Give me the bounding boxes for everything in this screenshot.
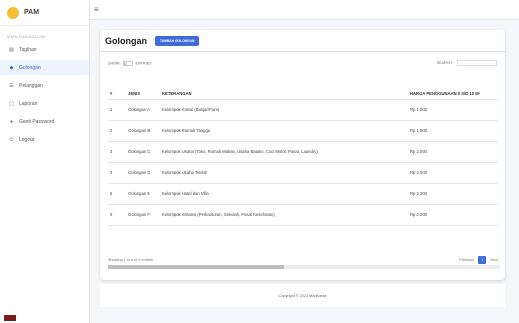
sidebar-item-pelanggan[interactable]: ☰ Pelanggan (0, 78, 89, 93)
show-label: SHOW (108, 60, 120, 65)
row-number: 2 (108, 120, 126, 142)
row-jenis: Golongan C (126, 141, 160, 163)
nav-section-title: MAIN NAVIGATION (7, 35, 45, 39)
table-row[interactable]: 5 Golongan E Kelompok Hotel dan Villa Rp… (108, 183, 498, 205)
brand-name: PAM (24, 9, 40, 16)
row-number: 1 (108, 99, 126, 121)
horizontal-scrollbar[interactable] (108, 265, 500, 269)
key-icon: ● (9, 118, 14, 125)
copyright-text: Copyright © 2021 ManKarsa (278, 293, 327, 298)
golongan-table: # JENIS KETERANGAN HARGA PENGGUNAAN 0 S/… (108, 89, 498, 226)
sidebar-item-laporan[interactable]: ▢ Laporan (0, 96, 89, 111)
row-keterangan: Kelompok Usaha (Toko, Rumah Makan, Usaha… (160, 141, 408, 163)
row-jenis: Golongan B (126, 120, 160, 142)
sidebar-item-tagihan[interactable]: ▤ Tagihan (0, 42, 89, 57)
table-row[interactable]: 4 Golongan D Kelompok Usaha Tekstil Rp 2… (108, 162, 498, 184)
col-number[interactable]: # (108, 89, 126, 100)
entries-control: SHOW 10 ENTRIES (108, 60, 152, 66)
row-keterangan: Kelompok Sosial (Banjar/Pura) (160, 99, 408, 121)
table-row[interactable]: 1 Golongan A Kelompok Sosial (Banjar/Pur… (108, 99, 498, 121)
next-button[interactable]: Next (488, 257, 500, 263)
row-keterangan: Kelompok Hotel dan Villa (160, 183, 408, 205)
topbar: ≡ (90, 0, 519, 20)
logout-icon: ⏻ (9, 136, 14, 143)
sidebar: PAM MAIN NAVIGATION ▤ Tagihan ◆ Golongan… (0, 0, 90, 323)
entries-label: ENTRIES (135, 60, 152, 65)
table-header-row: # JENIS KETERANGAN HARGA PENGGUNAAN 0 S/… (108, 89, 498, 100)
row-harga: Rp 2.000 (408, 162, 498, 184)
search-input[interactable] (457, 60, 497, 66)
panel-header: Golongan TAMBAH GOLONGAN (100, 30, 505, 52)
row-keterangan: Kelompok Rumah Tangga (160, 120, 408, 142)
row-harga: Rp 2.200 (408, 183, 498, 205)
page-footer: Copyright © 2021 ManKarsa (100, 284, 505, 307)
row-jenis: Golongan F (126, 204, 160, 226)
row-harga: Rp 1.500 (408, 120, 498, 142)
receipt-icon: ▤ (9, 46, 14, 53)
main-panel: Golongan TAMBAH GOLONGAN SHOW 10 ENTRIES… (100, 30, 505, 280)
search-label: SEARCH: (436, 60, 453, 65)
row-number: 5 (108, 183, 126, 205)
row-harga: Rp 2.000 (408, 141, 498, 163)
table-row[interactable]: 2 Golongan B Kelompok Rumah Tangga Rp 1.… (108, 120, 498, 142)
row-number: 6 (108, 204, 126, 226)
taskbar-block (4, 315, 16, 321)
scrollbar-thumb[interactable] (108, 265, 285, 269)
col-jenis[interactable]: JENIS (126, 89, 160, 100)
row-keterangan: Kelompok Instansi (Perkantoran, Sekolah,… (160, 204, 408, 226)
add-golongan-button[interactable]: TAMBAH GOLONGAN (155, 35, 200, 46)
document-icon: ▢ (9, 100, 14, 107)
sidebar-item-label: Tagihan (19, 46, 37, 53)
row-jenis: Golongan A (126, 99, 160, 121)
sidebar-item-ganti-password[interactable]: ● Ganti Password (0, 114, 89, 129)
sidebar-item-label: Laporan (19, 100, 38, 107)
brand[interactable]: PAM (0, 0, 89, 26)
sidebar-item-label: Logout (19, 136, 35, 143)
table-footer: Showing 1 to 6 of 6 entries Previous 1 N… (108, 256, 500, 264)
menu-toggle-icon[interactable]: ≡ (94, 5, 99, 14)
col-keterangan[interactable]: KETERANGAN (160, 89, 408, 100)
row-number: 3 (108, 141, 126, 163)
row-jenis: Golongan D (126, 162, 160, 184)
app-logo (7, 6, 19, 19)
row-jenis: Golongan E (126, 183, 160, 205)
users-icon: ☰ (9, 82, 14, 89)
table-controls: SHOW 10 ENTRIES SEARCH: (100, 52, 505, 66)
search-control: SEARCH: (437, 60, 497, 66)
row-harga: Rp 1.000 (408, 99, 498, 121)
tags-icon: ◆ (9, 64, 14, 71)
table-row[interactable]: 3 Golongan C Kelompok Usaha (Toko, Rumah… (108, 141, 498, 163)
row-number: 4 (108, 162, 126, 184)
pagination: Previous 1 Next (457, 256, 500, 264)
entries-select[interactable]: 10 (122, 60, 133, 66)
entries-info: Showing 1 to 6 of 6 entries (108, 258, 153, 262)
sidebar-item-golongan[interactable]: ◆ Golongan (0, 60, 89, 75)
row-harga: Rp 2.200 (408, 204, 498, 226)
sidebar-item-label: Ganti Password (19, 118, 55, 125)
sidebar-item-logout[interactable]: ⏻ Logout (0, 132, 89, 147)
row-keterangan: Kelompok Usaha Tekstil (160, 162, 408, 184)
sidebar-item-label: Pelanggan (19, 82, 43, 89)
previous-button[interactable]: Previous (457, 257, 476, 263)
page-title: Golongan (105, 35, 147, 46)
sidebar-item-label: Golongan (19, 64, 41, 71)
col-harga[interactable]: HARGA PENGGUNAAN 0 S/D 10 M³ (408, 89, 498, 100)
page-1-button[interactable]: 1 (478, 256, 487, 264)
table-row[interactable]: 6 Golongan F Kelompok Instansi (Perkanto… (108, 204, 498, 226)
